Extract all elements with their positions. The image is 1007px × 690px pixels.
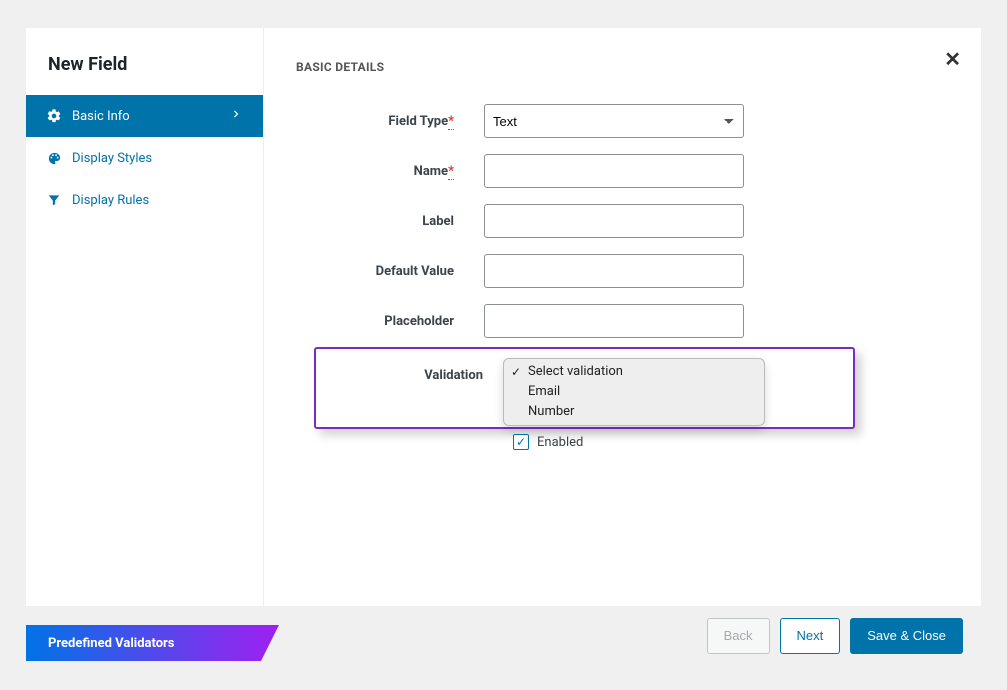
gear-icon (46, 108, 62, 124)
row-placeholder: Placeholder (294, 304, 951, 338)
sidebar-item-display-rules[interactable]: Display Rules (26, 179, 263, 221)
label-default-value: Default Value (294, 264, 484, 279)
new-field-modal: New Field Basic Info Display Styles Disp… (26, 28, 981, 653)
sidebar-item-label: Display Rules (72, 193, 149, 208)
sidebar: New Field Basic Info Display Styles Disp… (26, 28, 263, 606)
label-label: Label (294, 214, 484, 229)
banner-label: Predefined Validators (48, 636, 175, 651)
save-close-button[interactable]: Save & Close (850, 618, 963, 654)
sidebar-item-basic-info[interactable]: Basic Info (26, 95, 263, 137)
section-title: BASIC DETAILS (264, 28, 981, 74)
predefined-validators-banner[interactable]: Predefined Validators (26, 625, 279, 661)
checkbox-enabled[interactable]: ✓ (513, 434, 529, 450)
row-field-type: Field Type* Text (294, 104, 951, 138)
label-name: Name* (294, 164, 484, 179)
sidebar-title: New Field (26, 28, 263, 95)
next-button[interactable]: Next (780, 618, 841, 654)
label-validation: Validation (313, 368, 483, 383)
form-area: Field Type* Text Name* Label Default Val… (264, 74, 981, 338)
funnel-icon (46, 192, 62, 208)
main-panel: ✕ BASIC DETAILS Field Type* Text Name* L… (263, 28, 981, 606)
row-label: Label (294, 204, 951, 238)
row-default-value: Default Value (294, 254, 951, 288)
sidebar-item-display-styles[interactable]: Display Styles (26, 137, 263, 179)
label-placeholder: Placeholder (294, 314, 484, 329)
validation-dropdown[interactable]: Select validation Email Number (503, 358, 765, 426)
row-name: Name* (294, 154, 951, 188)
label-field-type: Field Type* (294, 114, 484, 129)
select-field-type[interactable]: Text (484, 104, 744, 138)
chevron-right-icon (229, 107, 243, 125)
input-placeholder[interactable] (484, 304, 744, 338)
footer: Back Next Save & Close (263, 606, 981, 653)
palette-icon (46, 150, 62, 166)
back-button[interactable]: Back (707, 618, 770, 654)
row-enabled: ✓ Enabled (513, 434, 583, 450)
input-default-value[interactable] (484, 254, 744, 288)
input-name[interactable] (484, 154, 744, 188)
validation-option-email[interactable]: Email (504, 382, 764, 402)
sidebar-item-label: Basic Info (72, 109, 130, 124)
validation-option-select[interactable]: Select validation (504, 362, 764, 382)
sidebar-item-label: Display Styles (72, 151, 152, 166)
label-enabled: Enabled (537, 435, 583, 450)
validation-option-number[interactable]: Number (504, 402, 764, 422)
close-button[interactable]: ✕ (944, 50, 961, 70)
input-label[interactable] (484, 204, 744, 238)
